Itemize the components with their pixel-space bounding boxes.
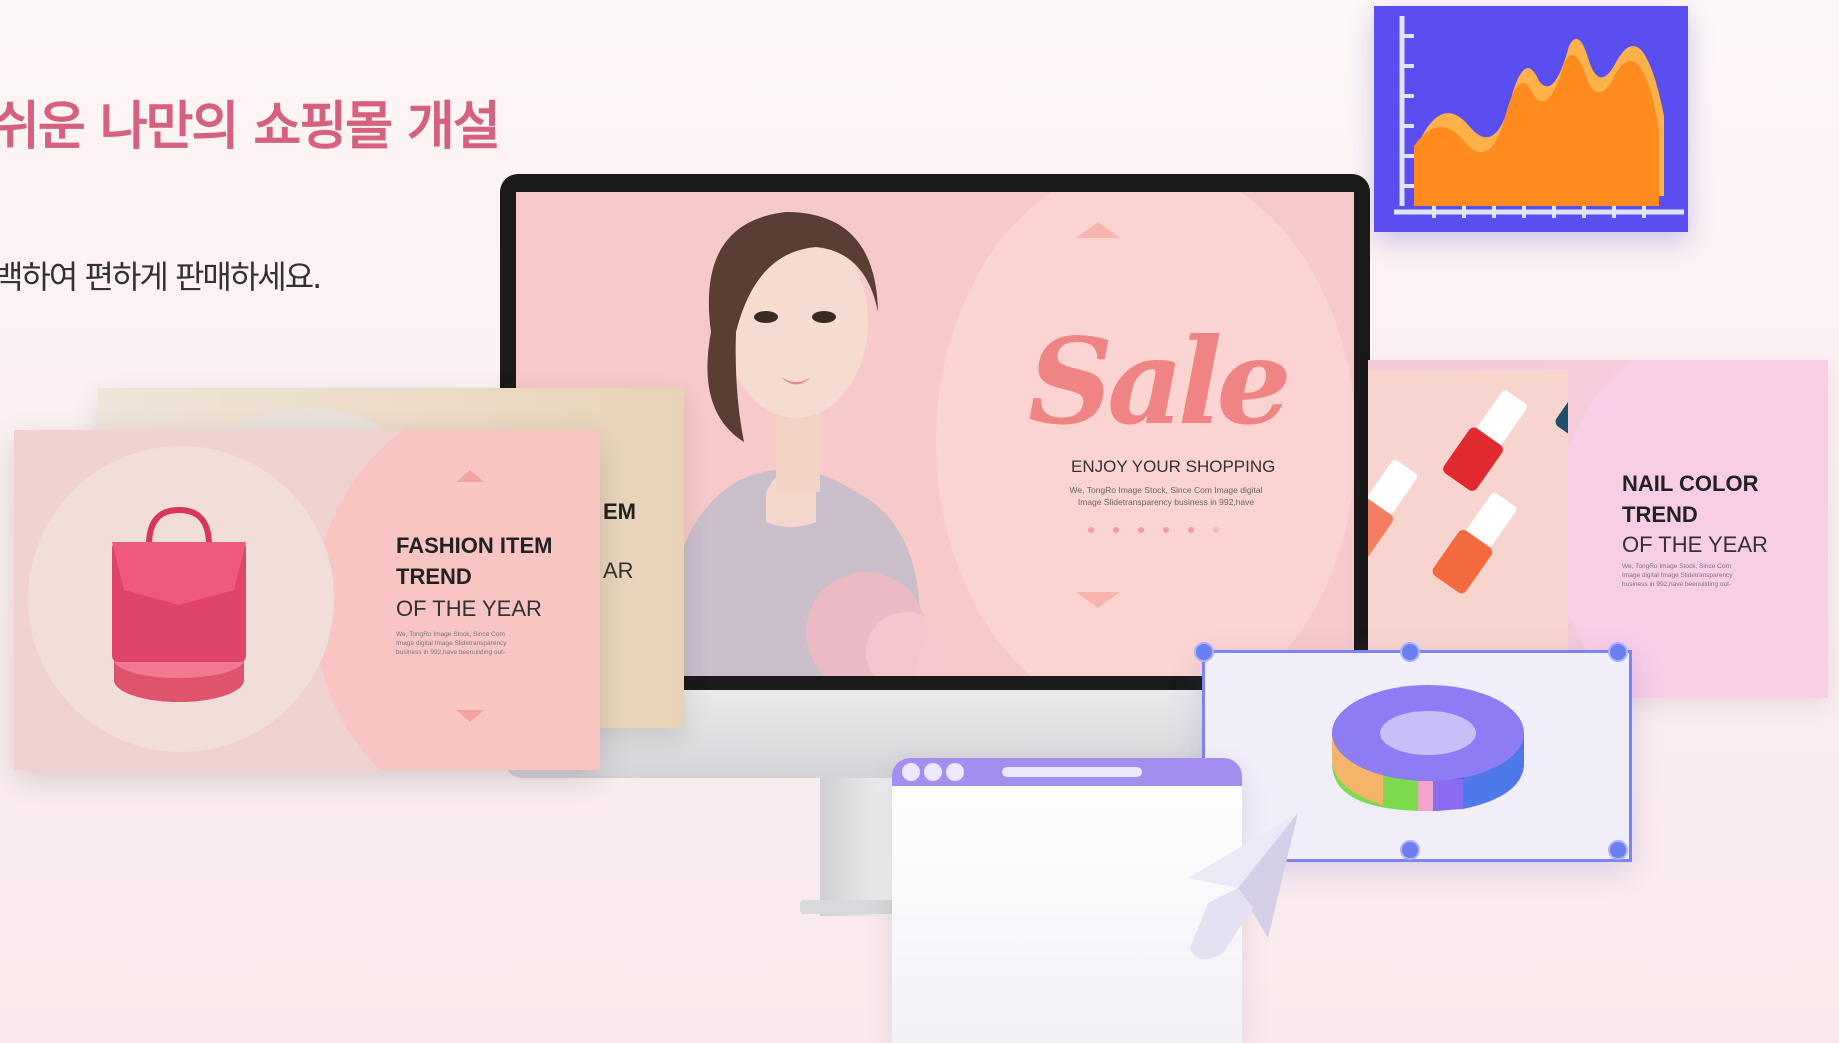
up-triangle-icon	[1076, 222, 1120, 238]
banner-copy-line: Image Slidetransparency business in 992,…	[1077, 497, 1255, 507]
hero-headline: 쉬운 나만의 쇼핑몰 개설	[0, 97, 501, 157]
slide-copy-line: We, TongRo Image Stock, Since Com	[1622, 563, 1731, 570]
window-dot-icon	[946, 763, 964, 781]
resize-handle[interactable]	[1400, 642, 1420, 662]
address-bar[interactable]	[1002, 767, 1142, 777]
banner-copy-line: We, TongRo Image Stock, Since Com Image …	[1069, 485, 1263, 495]
slide-title-fragment: EM	[603, 499, 636, 524]
down-triangle-icon	[1076, 592, 1120, 608]
resize-handle[interactable]	[1400, 840, 1420, 860]
banner-copy: We, TongRo Image Stock, Since Com Image …	[1056, 484, 1276, 508]
slide-card-nail: NAIL COLOR TREND OF THE YEAR We, TongRo …	[1368, 360, 1828, 698]
slide-title-line2: TREND	[396, 564, 472, 589]
handbag-icon	[112, 506, 246, 702]
window-dot-icon	[902, 763, 920, 781]
window-dot-icon	[924, 763, 942, 781]
resize-handle[interactable]	[1608, 840, 1628, 860]
slide-title-line1: NAIL COLOR	[1622, 471, 1759, 496]
sale-word: Sale	[1028, 312, 1292, 451]
slide-card-fashion: FASHION ITEM TREND OF THE YEAR We, TongR…	[14, 430, 600, 770]
slide-title-line2: TREND	[1622, 502, 1698, 527]
slide-sub-fragment: AR	[603, 558, 634, 583]
slide-copy: We, TongRo Image Stock, Since Com Image …	[1622, 562, 1742, 589]
banner-tagline: ENJOY YOUR SHOPPING	[1071, 457, 1276, 476]
donut-chart-icon	[1332, 685, 1524, 811]
slide-title-line1: FASHION ITEM	[396, 533, 553, 558]
slide-subtitle: OF THE YEAR	[396, 596, 542, 621]
down-triangle-icon	[456, 710, 484, 722]
up-triangle-icon	[456, 470, 484, 482]
area-chart-icon	[1374, 6, 1688, 232]
nail-polish-photo	[1368, 370, 1568, 660]
slide-copy-line: Image digital Image Slidetransparency	[396, 640, 507, 647]
slide-copy-line: business in 992,have beenuilding out-	[1622, 581, 1732, 588]
slide-copy-line: Image digital Image Slidetransparency	[1622, 572, 1733, 579]
resize-handle[interactable]	[1608, 642, 1628, 662]
carousel-dots	[1088, 527, 1219, 533]
cursor-arrow-icon	[1188, 813, 1298, 960]
slide-subtitle: OF THE YEAR	[1622, 532, 1768, 557]
hero-subline: 백하여 편하게 판매하세요.	[0, 258, 322, 296]
slide-copy-line: We, TongRo Image Stock, Since Com	[396, 631, 505, 638]
slide-copy: We, TongRo Image Stock, Since Com Image …	[396, 630, 516, 657]
resize-handle[interactable]	[1194, 642, 1214, 662]
slide-copy-line: business in 992,have beenuilding out-	[396, 649, 506, 656]
